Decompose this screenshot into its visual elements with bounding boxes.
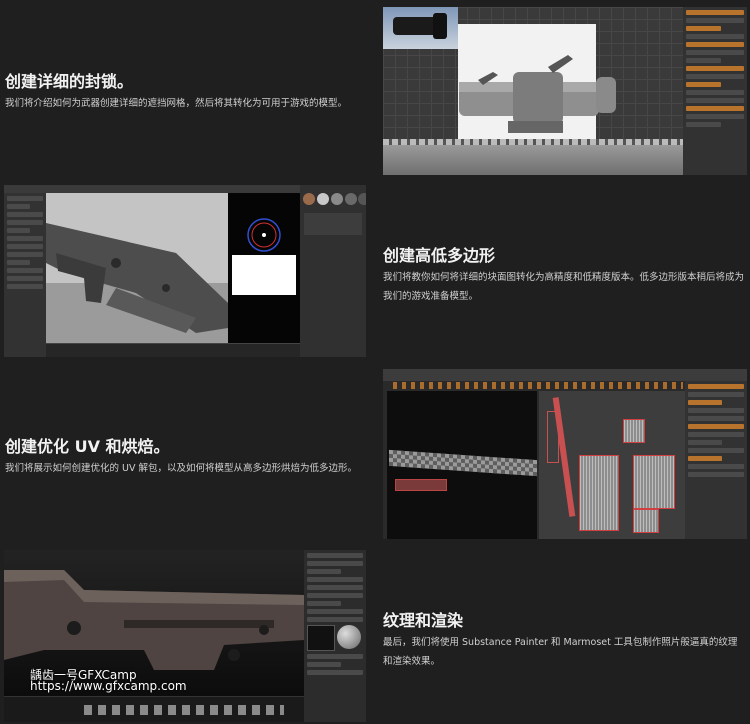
menu-bar [383,369,747,381]
section-texture-render: 纹理和渲染 最后，我们将使用 Substance Painter 和 Marmo… [0,545,750,724]
layers-panel [304,550,366,722]
screenshot-uv-bake [383,369,747,539]
bottom-toolbar [4,696,304,722]
section-description: 我们将展示如何创建优化的 UV 解包，以及如何将模型从高多边形烘焙为低多边形。 [5,463,357,474]
tools-panel [685,381,747,539]
gun-model [46,223,228,333]
section-title: 纹理和渲染 [383,611,464,630]
screenshot-high-low-poly [4,185,366,357]
section-uv-bake: 创建优化 UV 和烘焙。 我们将展示如何创建优化的 UV 解包，以及如何将模型从… [0,365,750,545]
toolbar-icons [393,382,683,389]
scene-panel [4,193,46,357]
screenshot-texture-render [4,550,366,722]
render-preview [228,193,300,343]
screenshot-blockout [383,7,747,175]
section-description: 我们将教你如何将详细的块面图转化为高精度和低精度版本。低多边形版本稍后将成为我们… [383,272,745,302]
outliner-panel [683,7,747,175]
grip-model [395,479,447,491]
uv-editor [539,391,685,539]
section-description: 我们将介绍如何为武器创建详细的遮挡网格，然后将其转化为可用于游戏的模型。 [5,98,348,109]
section-title: 创建详细的封锁。 [5,72,134,91]
material-panel [300,185,366,357]
section-description: 最后，我们将使用 Substance Painter 和 Marmoset 工具… [383,637,738,667]
model-side-part [596,77,616,113]
section-high-low-poly: 创建高低多边形 我们将教你如何将详细的块面图转化为高精度和低精度版本。低多边形版… [0,180,750,360]
section-title: 创建优化 UV 和烘焙。 [5,437,170,456]
watermark-url: https://www.gfxcamp.com [30,679,187,693]
gun-body [383,145,683,175]
reference-image [383,7,458,49]
section-title: 创建高低多边形 [383,246,496,265]
timeline-bar [46,343,300,357]
section-blockout: 创建详细的封锁。 我们将介绍如何为武器创建详细的遮挡网格，然后将其转化为可用于游… [0,0,750,180]
scope-model [459,55,599,133]
